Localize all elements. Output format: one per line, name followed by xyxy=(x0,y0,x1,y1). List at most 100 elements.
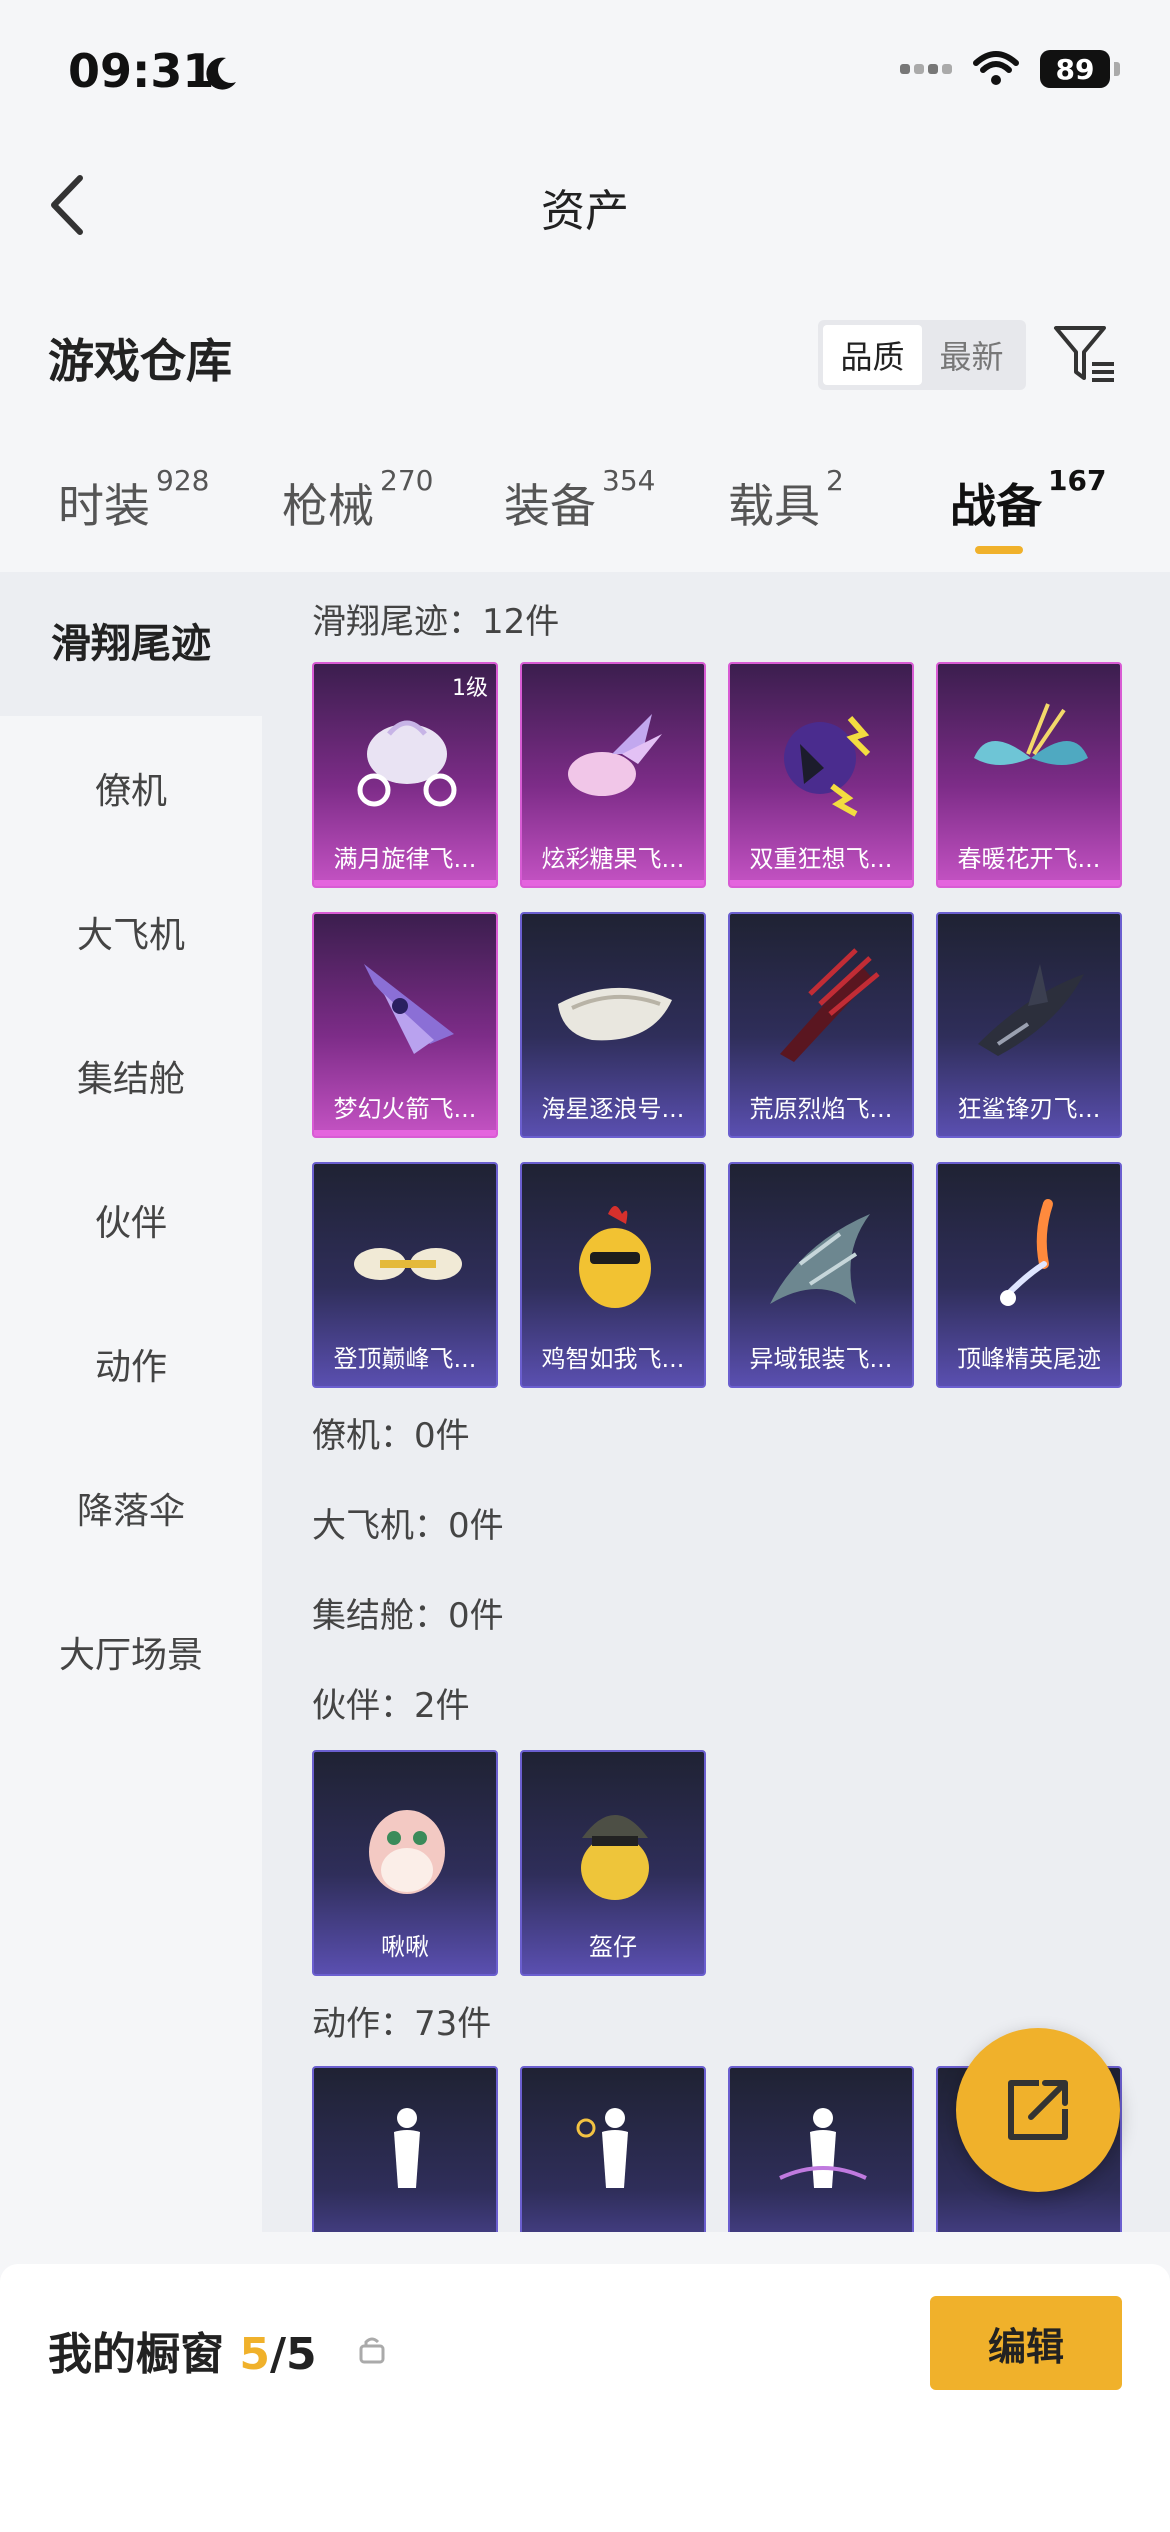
shark-art xyxy=(978,964,1084,1056)
pose-figure-art xyxy=(576,2108,628,2188)
side-item-capsule[interactable]: 集结舱 xyxy=(0,1050,262,1102)
side-item-wingman[interactable]: 僚机 xyxy=(0,762,262,814)
tab-label: 战备 xyxy=(950,479,1042,533)
rocket-art xyxy=(364,964,454,1054)
item-card[interactable]: 顶峰精英尾迹 xyxy=(936,1162,1122,1388)
section-label-action: 动作：73件 xyxy=(312,2004,492,2044)
item-name: 满月旋律飞... xyxy=(333,845,477,873)
sort-newest-option[interactable]: 最新 xyxy=(922,325,1021,385)
silver-glider-art xyxy=(770,1214,870,1304)
section-label-partner: 伙伴：2件 xyxy=(312,1686,470,1726)
item-card[interactable]: 荒原烈焰飞... xyxy=(728,912,914,1138)
showcase-title: 我的橱窗 xyxy=(48,2329,224,2380)
sort-quality-option[interactable]: 品质 xyxy=(823,325,922,385)
section-label-wingman: 僚机：0件 xyxy=(312,1416,470,1456)
item-name: 啾啾 xyxy=(381,1933,429,1961)
tab-label: 载具 xyxy=(728,479,820,533)
item-card[interactable] xyxy=(520,2066,706,2232)
tab-fashion[interactable]: 时装 928 xyxy=(58,464,209,536)
item-name: 登顶巅峰飞... xyxy=(333,1345,477,1373)
showcase-bar: 我的橱窗 5/5 编辑 xyxy=(0,2264,1170,2532)
battery-tip xyxy=(1114,62,1120,76)
section-label-plane: 大飞机：0件 xyxy=(312,1506,504,1546)
pose-figure-art xyxy=(394,2108,420,2188)
carriage-art xyxy=(357,720,457,807)
section-label-glide: 滑翔尾迹：12件 xyxy=(312,602,560,642)
item-name: 鸡智如我飞... xyxy=(541,1345,685,1373)
tab-count: 928 xyxy=(156,464,210,497)
tab-label: 装备 xyxy=(504,479,596,533)
item-card[interactable]: 1级 满月旋律飞... xyxy=(312,662,498,888)
item-content: 滑翔尾迹：12件 1级 满月旋律飞... 炫彩糖果飞... 双重狂想飞... 春… xyxy=(262,572,1170,2232)
item-name: 顶峰精英尾迹 xyxy=(957,1345,1101,1373)
pose-figure-art xyxy=(779,2108,867,2188)
section-label-capsule: 集结舱：0件 xyxy=(312,1596,504,1636)
item-card[interactable]: 盔仔 xyxy=(520,1750,706,1976)
tab-vehicles[interactable]: 载具 2 xyxy=(728,464,844,536)
item-name: 海星逐浪号... xyxy=(541,1095,685,1123)
tab-guns[interactable]: 枪械 270 xyxy=(282,464,433,536)
item-card[interactable]: 啾啾 xyxy=(312,1750,498,1976)
wifi-icon xyxy=(973,51,1019,85)
moon-icon xyxy=(206,57,236,90)
side-item-glide-trail[interactable]: 滑翔尾迹 xyxy=(0,572,262,716)
status-time: 09:31 xyxy=(68,44,215,98)
butterfly-art xyxy=(974,703,1088,765)
side-category-nav: 滑翔尾迹 僚机 大飞机 集结舱 伙伴 动作 降落伞 大厅场景 xyxy=(0,572,262,2232)
showcase-current: 5 xyxy=(239,2329,270,2380)
filter-icon[interactable] xyxy=(1052,322,1118,388)
tab-count: 270 xyxy=(380,464,434,497)
tab-equipment[interactable]: 装备 354 xyxy=(504,464,655,536)
item-card[interactable] xyxy=(312,2066,498,2232)
side-item-parachute[interactable]: 降落伞 xyxy=(0,1482,262,1534)
item-card[interactable]: 海星逐浪号... xyxy=(520,912,706,1138)
share-fab-button[interactable] xyxy=(956,2028,1120,2192)
bomb-art xyxy=(784,716,871,817)
battery-indicator: 89 xyxy=(1040,50,1110,88)
cellular-signal-icon xyxy=(900,64,952,74)
bird-partner-art xyxy=(369,1810,445,1894)
item-card[interactable]: 梦幻火箭飞... xyxy=(312,912,498,1138)
item-card[interactable]: 炫彩糖果飞... xyxy=(520,662,706,888)
edit-button[interactable]: 编辑 xyxy=(930,2296,1122,2390)
elite-trail-art xyxy=(1000,1199,1053,1306)
item-name: 梦幻火箭飞... xyxy=(333,1095,477,1123)
item-name: 春暖花开飞... xyxy=(957,845,1101,873)
item-card[interactable]: 鸡智如我飞... xyxy=(520,1162,706,1388)
item-name: 双重狂想飞... xyxy=(749,845,893,873)
showcase-total: /5 xyxy=(269,2329,317,2380)
flame-glider-art xyxy=(780,948,880,1062)
helmet-chick-art xyxy=(581,1815,649,1900)
item-card[interactable]: 异域银装飞... xyxy=(728,1162,914,1388)
tab-count: 354 xyxy=(602,464,656,497)
side-item-action[interactable]: 动作 xyxy=(0,1338,262,1390)
tab-combat-gear[interactable]: 战备 167 xyxy=(950,464,1106,536)
item-card[interactable]: 双重狂想飞... xyxy=(728,662,914,888)
side-item-lobby-scene[interactable]: 大厅场景 xyxy=(0,1626,262,1678)
boat-art xyxy=(558,987,672,1041)
tab-label: 枪械 xyxy=(282,479,374,533)
status-bar: 09:31 89 xyxy=(0,0,1170,140)
item-name: 荒原烈焰飞... xyxy=(749,1095,893,1123)
side-item-plane[interactable]: 大飞机 xyxy=(0,906,262,958)
tab-count: 2 xyxy=(826,464,844,497)
item-name: 炫彩糖果飞... xyxy=(541,845,685,873)
item-name: 盔仔 xyxy=(589,1933,637,1961)
tab-label: 时装 xyxy=(58,479,150,533)
item-card[interactable] xyxy=(728,2066,914,2232)
showcase-label: 我的橱窗 5/5 xyxy=(48,2318,317,2382)
tab-count: 167 xyxy=(1048,464,1107,497)
item-card[interactable]: 登顶巅峰飞... xyxy=(312,1162,498,1388)
side-item-partner[interactable]: 伙伴 xyxy=(0,1194,262,1246)
candy-art xyxy=(568,714,662,796)
showcase-count: 5/5 xyxy=(239,2329,316,2380)
item-name: 异域银装飞... xyxy=(749,1345,893,1373)
item-card[interactable]: 狂鲨锋刃飞... xyxy=(936,912,1122,1138)
page-title: 资产 xyxy=(541,186,629,237)
active-tab-indicator xyxy=(975,546,1023,554)
sort-toggle: 品质 最新 xyxy=(818,320,1026,390)
item-card[interactable]: 春暖花开飞... xyxy=(936,662,1122,888)
jet-glider-art xyxy=(354,1248,462,1280)
warehouse-title: 游戏仓库 xyxy=(48,334,232,388)
lock-icon xyxy=(359,2337,385,2364)
